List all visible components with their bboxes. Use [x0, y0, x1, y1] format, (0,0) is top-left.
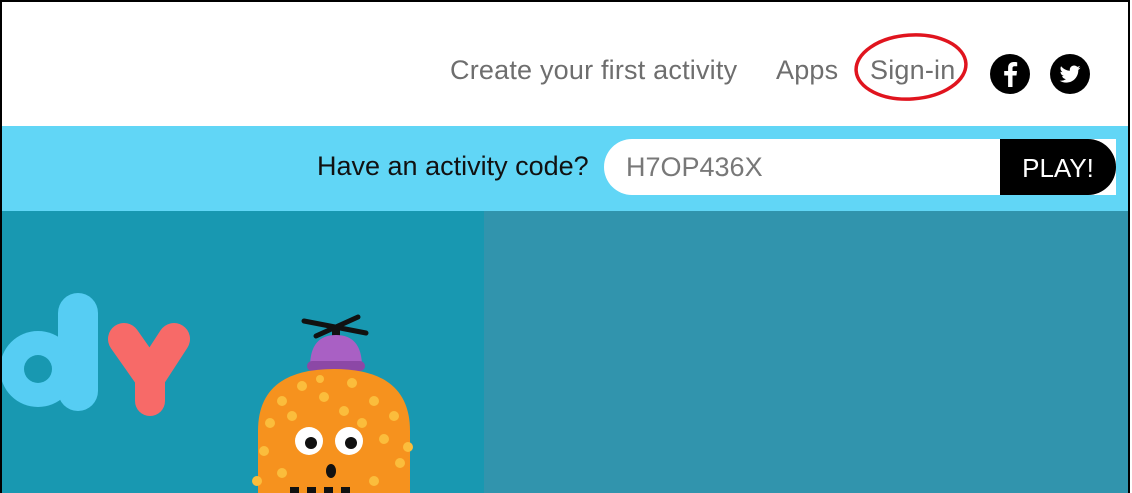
top-navigation-bar: Create your first activity Apps Sign-in: [2, 2, 1128, 126]
sign-in-link[interactable]: Sign-in: [870, 55, 955, 86]
play-button[interactable]: PLAY!: [1000, 139, 1116, 195]
facebook-logo-glyph: [1004, 62, 1018, 87]
activity-code-input[interactable]: [604, 139, 1000, 195]
logo-letter-d: [2, 293, 98, 411]
hero-right-panel: [484, 211, 1128, 493]
activity-code-label: Have an activity code?: [317, 151, 589, 181]
facebook-icon[interactable]: [990, 54, 1030, 94]
activity-code-form: PLAY!: [604, 139, 1116, 195]
apps-link[interactable]: Apps: [776, 55, 838, 86]
mascot-character: [252, 314, 413, 493]
create-activity-link[interactable]: Create your first activity: [450, 55, 737, 86]
activity-code-bar: Have an activity code? PLAY!: [2, 126, 1128, 211]
hero-illustration-panel: [2, 211, 484, 493]
twitter-icon[interactable]: [1050, 54, 1090, 94]
logo-letter-y: [108, 323, 190, 416]
hero-illustration: [2, 293, 413, 493]
hero-banner: [2, 211, 1128, 493]
twitter-bird-glyph: [1059, 65, 1081, 83]
